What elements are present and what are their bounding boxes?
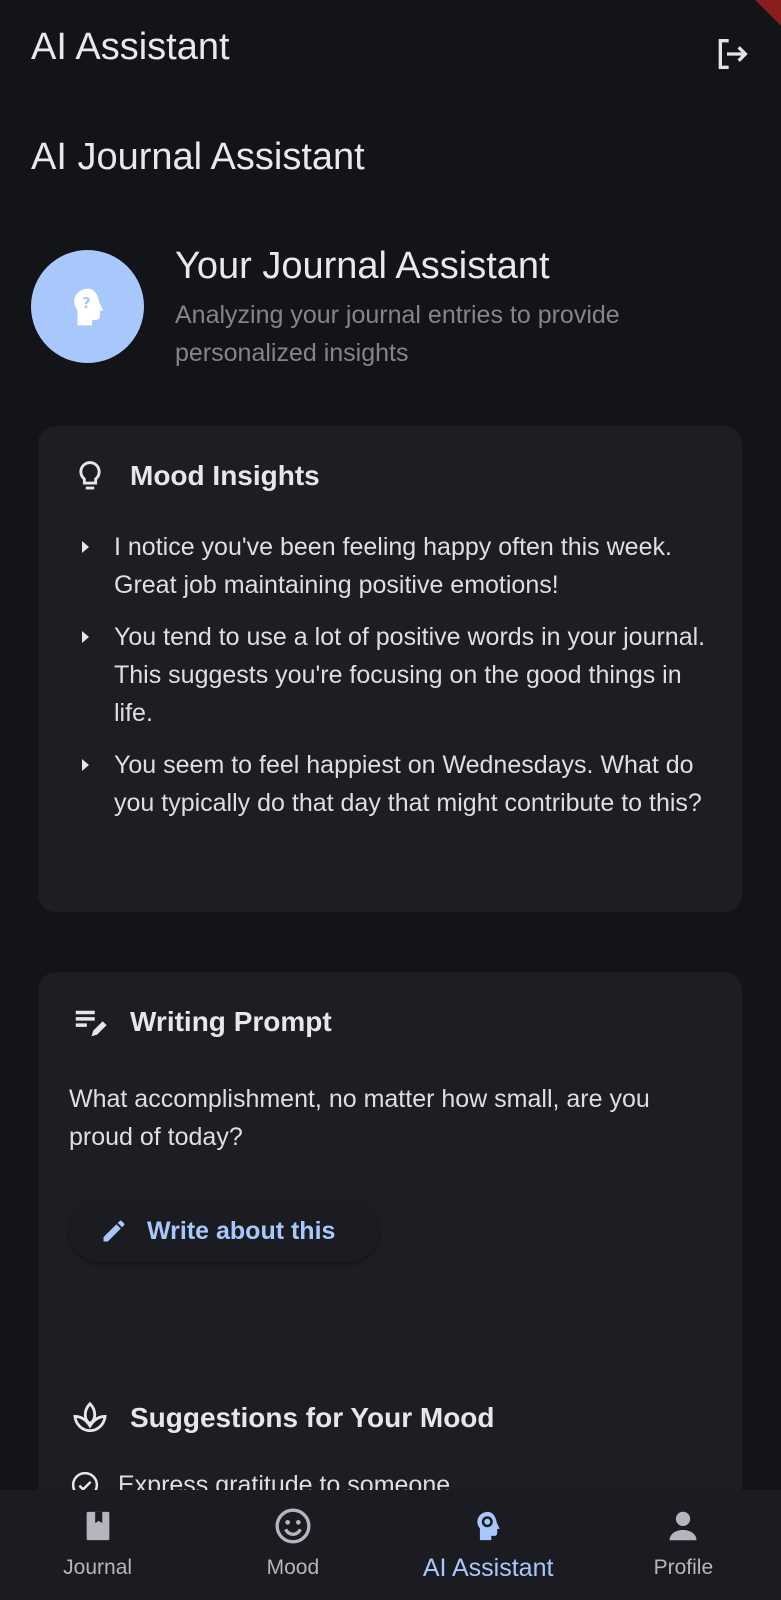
suggestions-card: Suggestions for Your Mood Express gratit…: [38, 1368, 742, 1490]
insight-item: I notice you've been feeling happy often…: [78, 528, 718, 604]
arrow-right-icon: [82, 541, 89, 553]
mood-insights-card: Mood Insights I notice you've been feeli…: [38, 426, 742, 912]
debug-banner: [721, 0, 781, 60]
nav-item-mood[interactable]: Mood: [195, 1490, 390, 1600]
suggestion-item: Express gratitude to someone: [70, 1470, 450, 1490]
assistant-avatar: ?: [31, 250, 144, 363]
nav-label-mood: Mood: [266, 1556, 320, 1579]
book-icon: [78, 1506, 118, 1546]
content-scroll-area[interactable]: AI Journal Assistant ? Your Journal Assi…: [0, 110, 781, 1490]
mood-insights-header: Mood Insights: [70, 456, 320, 496]
spa-icon: [70, 1398, 110, 1438]
insight-text: You tend to use a lot of positive words …: [114, 623, 706, 727]
insight-item: You seem to feel happiest on Wednesdays.…: [78, 746, 718, 822]
writing-prompt-card: Writing Prompt What accomplishment, no m…: [38, 972, 742, 1416]
svg-text:?: ?: [82, 294, 91, 311]
insight-text: I notice you've been feeling happy often…: [114, 533, 672, 599]
nav-item-profile[interactable]: Profile: [586, 1490, 781, 1600]
suggestion-label: Express gratitude to someone: [118, 1470, 451, 1491]
page-title: AI Journal Assistant: [31, 136, 365, 178]
psychology-alt-icon: ?: [73, 288, 103, 325]
person-icon: [663, 1506, 703, 1546]
insight-text: You seem to feel happiest on Wednesdays.…: [114, 751, 702, 817]
bottom-navigation: Journal Mood AI Assistant Profile: [0, 1490, 781, 1600]
mood-icon: [273, 1506, 313, 1546]
suggestions-header: Suggestions for Your Mood: [70, 1398, 495, 1438]
writing-prompt-header: Writing Prompt: [70, 1002, 332, 1042]
assistant-subtitle: Analyzing your journal entries to provid…: [175, 301, 620, 367]
arrow-right-icon: [82, 759, 89, 771]
arrow-right-icon: [82, 631, 89, 643]
mood-insights-title: Mood Insights: [130, 460, 320, 491]
nav-item-journal[interactable]: Journal: [0, 1490, 195, 1600]
nav-item-ai-assistant[interactable]: AI Assistant: [391, 1490, 586, 1600]
app-bar: AI Assistant: [0, 0, 781, 110]
psychology-icon: [468, 1506, 508, 1546]
check-circle-icon: [71, 1471, 99, 1490]
lightbulb-icon: [70, 456, 110, 496]
assistant-title: Your Journal Assistant: [175, 245, 550, 287]
edit-icon: [99, 1216, 129, 1246]
write-about-this-button[interactable]: Write about this: [69, 1200, 379, 1262]
writing-prompt-text: What accomplishment, no matter how small…: [69, 1085, 650, 1151]
write-about-this-label: Write about this: [147, 1216, 336, 1245]
nav-label-journal: Journal: [63, 1556, 133, 1579]
writing-prompt-title: Writing Prompt: [130, 1006, 332, 1037]
nav-label-profile: Profile: [653, 1556, 714, 1579]
suggestions-title: Suggestions for Your Mood: [130, 1402, 495, 1433]
insight-item: You tend to use a lot of positive words …: [78, 618, 718, 732]
app-bar-title: AI Assistant: [31, 26, 230, 68]
edit-note-icon: [70, 1002, 110, 1042]
nav-label-ai-assistant: AI Assistant: [422, 1554, 554, 1582]
insight-list: I notice you've been feeling happy often…: [78, 528, 718, 836]
